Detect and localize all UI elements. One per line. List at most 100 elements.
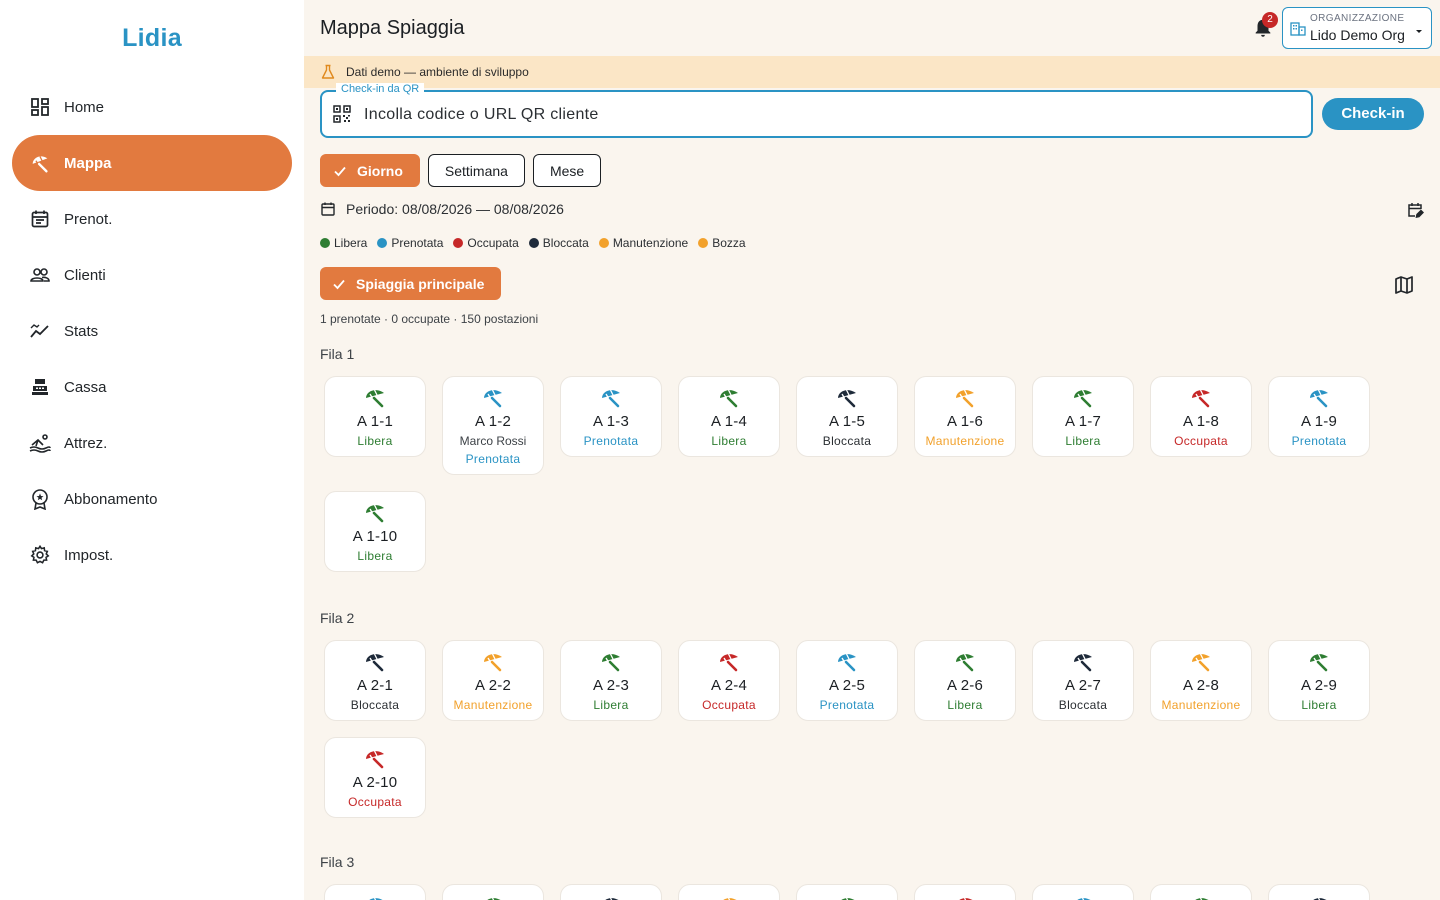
spot-card[interactable]: A 2-8 Manutenzione xyxy=(1150,640,1252,721)
spot-card[interactable] xyxy=(678,884,780,900)
row-label: Fila 2 xyxy=(320,610,355,626)
dashboard-icon xyxy=(28,95,52,119)
spot-card[interactable]: A 1-5 Bloccata xyxy=(796,376,898,457)
spot-code: A 2-9 xyxy=(1300,677,1338,694)
umbrella-icon xyxy=(369,897,383,900)
spot-card[interactable]: A 1-3 Prenotata xyxy=(560,376,662,457)
spot-card[interactable]: A 2-4 Occupata xyxy=(678,640,780,721)
spot-status: Libera xyxy=(357,434,393,448)
spot-status: Prenotata xyxy=(1291,434,1347,448)
sidebar-item-attrez[interactable]: Attrez. xyxy=(12,415,292,471)
period-display: Periodo: 08/08/2026 — 08/08/2026 xyxy=(320,201,564,217)
sidebar-item-label: Cassa xyxy=(64,378,107,396)
legend-dot xyxy=(320,238,330,248)
spot-card[interactable]: A 1-2 Marco Rossi Prenotata xyxy=(442,376,544,475)
spot-card[interactable]: A 2-6 Libera xyxy=(914,640,1016,721)
building-icon xyxy=(1290,22,1306,36)
sidebar-item-mappa[interactable]: Mappa xyxy=(12,135,292,191)
spot-card[interactable]: A 2-1 Bloccata xyxy=(324,640,426,721)
range-month-label: Mese xyxy=(549,162,585,179)
organization-select[interactable]: ORGANIZZAZIONE Lido Demo Org xyxy=(1282,7,1432,49)
range-month-button[interactable]: Mese xyxy=(532,154,602,187)
spot-card[interactable]: A 1-6 Manutenzione xyxy=(914,376,1016,457)
qr-code-input[interactable] xyxy=(364,102,1284,128)
umbrella-icon xyxy=(838,653,856,672)
spot-card[interactable]: A 2-5 Prenotata xyxy=(796,640,898,721)
period-text: Periodo: 08/08/2026 — 08/08/2026 xyxy=(346,201,564,217)
spot-card[interactable] xyxy=(796,884,898,900)
spot-card[interactable]: A 1-9 Prenotata xyxy=(1268,376,1370,457)
range-week-label: Settimana xyxy=(444,162,508,179)
sidebar-item-clienti[interactable]: Clienti xyxy=(12,247,292,303)
spot-card[interactable] xyxy=(1150,884,1252,900)
spot-code: A 1-3 xyxy=(592,413,630,430)
umbrella-icon xyxy=(1310,389,1328,408)
range-week-button[interactable]: Settimana xyxy=(427,154,525,187)
spot-code: A 1-7 xyxy=(1064,413,1102,430)
spot-code: A 1-4 xyxy=(710,413,748,430)
organization-value: Lido Demo Org xyxy=(1310,27,1405,43)
spot-status: Occupata xyxy=(702,698,756,712)
spot-card[interactable]: A 1-1 Libera xyxy=(324,376,426,457)
sidebar-item-label: Home xyxy=(64,98,105,116)
edit-calendar-icon[interactable] xyxy=(1406,201,1425,219)
umbrella-icon xyxy=(484,389,502,408)
sidebar-item-cassa[interactable]: Cassa xyxy=(12,359,292,415)
sidebar-item-impost[interactable]: Impost. xyxy=(12,527,292,583)
spot-card[interactable] xyxy=(1268,884,1370,900)
spot-card[interactable] xyxy=(442,884,544,900)
legend-dot xyxy=(528,238,539,248)
checkin-button[interactable]: Check-in xyxy=(1322,98,1424,130)
legend-dot xyxy=(698,238,709,248)
spot-code: A 2-3 xyxy=(592,677,630,694)
spot-card[interactable] xyxy=(560,884,662,900)
flask-icon xyxy=(320,64,336,80)
sidebar-item-label: Abbonamento xyxy=(64,490,158,508)
spot-card[interactable]: A 2-10 Occupata xyxy=(324,737,426,818)
sidebar-item-prenot[interactable]: Prenot. xyxy=(12,191,292,247)
legend-label: Occupata xyxy=(467,236,519,250)
area-filter-button[interactable]: Spiaggia principale xyxy=(320,267,502,300)
legend-item: Libera xyxy=(320,236,367,250)
spot-card[interactable] xyxy=(914,884,1016,900)
spot-card[interactable]: A 1-10 Libera xyxy=(324,491,426,572)
umbrella-icon xyxy=(605,897,619,900)
legend-label: Prenotata xyxy=(391,236,444,250)
spot-status: Libera xyxy=(593,698,629,712)
spot-code: A 2-2 xyxy=(474,677,512,694)
brand-logo[interactable]: Lidia xyxy=(0,24,304,53)
spot-card[interactable]: A 1-7 Libera xyxy=(1032,376,1134,457)
range-day-button[interactable]: Giorno xyxy=(320,154,420,187)
umbrella-icon xyxy=(959,897,973,900)
top-header: Mappa Spiaggia 2 ORGANIZZAZIONE Lido Dem… xyxy=(304,0,1440,56)
sidebar-item-stats[interactable]: Stats xyxy=(12,303,292,359)
people-icon xyxy=(28,263,52,287)
sidebar-item-home[interactable]: Home xyxy=(12,79,292,135)
spot-card[interactable]: A 2-7 Bloccata xyxy=(1032,640,1134,721)
legend-item: Bloccata xyxy=(528,236,589,250)
sidebar-item-label: Stats xyxy=(64,322,99,340)
spot-card[interactable]: A 2-2 Manutenzione xyxy=(442,640,544,721)
spot-card[interactable] xyxy=(324,884,426,900)
legend-item: Bozza xyxy=(698,236,746,250)
spot-status: Libera xyxy=(1301,698,1337,712)
cash-register-icon xyxy=(28,375,52,399)
spot-code: A 1-1 xyxy=(356,413,394,430)
sidebar-item-abbonamento[interactable]: Abbonamento xyxy=(12,471,292,527)
spot-grid xyxy=(324,884,1384,900)
spot-card[interactable]: A 1-4 Libera xyxy=(678,376,780,457)
qr-checkin-field[interactable]: Check-in da QR xyxy=(320,83,1313,138)
calendar-icon xyxy=(28,207,52,231)
spot-status: Prenotata xyxy=(819,698,875,712)
spot-card[interactable]: A 1-8 Occupata xyxy=(1150,376,1252,457)
map-icon[interactable] xyxy=(1394,275,1414,295)
spot-code: A 2-8 xyxy=(1182,677,1220,694)
spot-card[interactable] xyxy=(1032,884,1134,900)
legend-item: Manutenzione xyxy=(598,236,688,250)
umbrella-icon xyxy=(956,653,974,672)
sidebar-item-label: Mappa xyxy=(64,154,112,172)
sidebar-item-label: Prenot. xyxy=(64,210,113,228)
spot-card[interactable]: A 2-3 Libera xyxy=(560,640,662,721)
spot-status: Prenotata xyxy=(583,434,639,448)
spot-card[interactable]: A 2-9 Libera xyxy=(1268,640,1370,721)
